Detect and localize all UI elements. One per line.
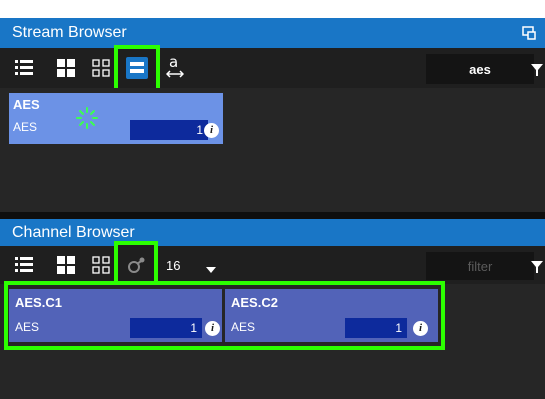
channel-tile-value[interactable]: 1 xyxy=(130,318,202,338)
panel-divider xyxy=(0,212,545,219)
dropdown-caret-icon[interactable] xyxy=(206,262,216,280)
grid-large-icon[interactable] xyxy=(57,256,75,274)
list-view-icon[interactable] xyxy=(15,256,33,274)
filter-icon[interactable] xyxy=(531,63,543,81)
tile-view-icon[interactable] xyxy=(126,57,148,79)
stream-filter-input[interactable]: aes xyxy=(426,54,534,84)
grid-small-icon[interactable] xyxy=(92,256,110,274)
channel-tile[interactable]: AES.C1 AES 1 i xyxy=(9,289,222,342)
filter-icon[interactable] xyxy=(531,260,543,278)
stream-browser-title: Stream Browser xyxy=(12,24,127,41)
channel-tile-subtitle: AES xyxy=(231,320,256,334)
info-icon[interactable]: i xyxy=(205,321,220,336)
stream-tile-title: AES xyxy=(13,97,40,112)
loading-spinner-icon xyxy=(76,107,98,134)
svg-text:a: a xyxy=(169,54,178,71)
channel-browser-title: Channel Browser xyxy=(12,223,135,241)
link-icon[interactable] xyxy=(127,255,147,275)
grid-small-icon[interactable] xyxy=(92,59,110,77)
grid-large-icon[interactable] xyxy=(57,59,75,77)
info-icon[interactable]: i xyxy=(413,321,428,336)
channel-filter-placeholder: filter xyxy=(467,258,493,274)
channel-tile-subtitle: AES xyxy=(15,320,40,334)
channel-tile-value[interactable]: 1 xyxy=(345,318,407,338)
info-icon[interactable]: i xyxy=(204,123,219,138)
channel-tile[interactable]: AES.C2 AES 1 i xyxy=(225,289,438,342)
stream-tile-value[interactable]: 1 xyxy=(130,120,208,140)
channel-browser-header: Channel Browser xyxy=(0,219,545,246)
list-view-icon[interactable] xyxy=(15,59,33,77)
channel-filter-input[interactable]: filter xyxy=(426,252,534,280)
stream-browser-header: Stream Browser xyxy=(0,18,545,48)
channel-count-value: 16 xyxy=(166,258,181,273)
stream-tile[interactable]: AES AES 1 i xyxy=(9,93,223,144)
stream-filter-value: aes xyxy=(469,61,491,77)
text-width-icon[interactable]: a xyxy=(166,54,184,80)
channel-tile-title: AES.C2 xyxy=(231,295,278,310)
popout-window-icon[interactable] xyxy=(522,26,536,45)
stream-tile-subtitle: AES xyxy=(13,120,38,134)
channel-tile-title: AES.C1 xyxy=(15,295,62,310)
